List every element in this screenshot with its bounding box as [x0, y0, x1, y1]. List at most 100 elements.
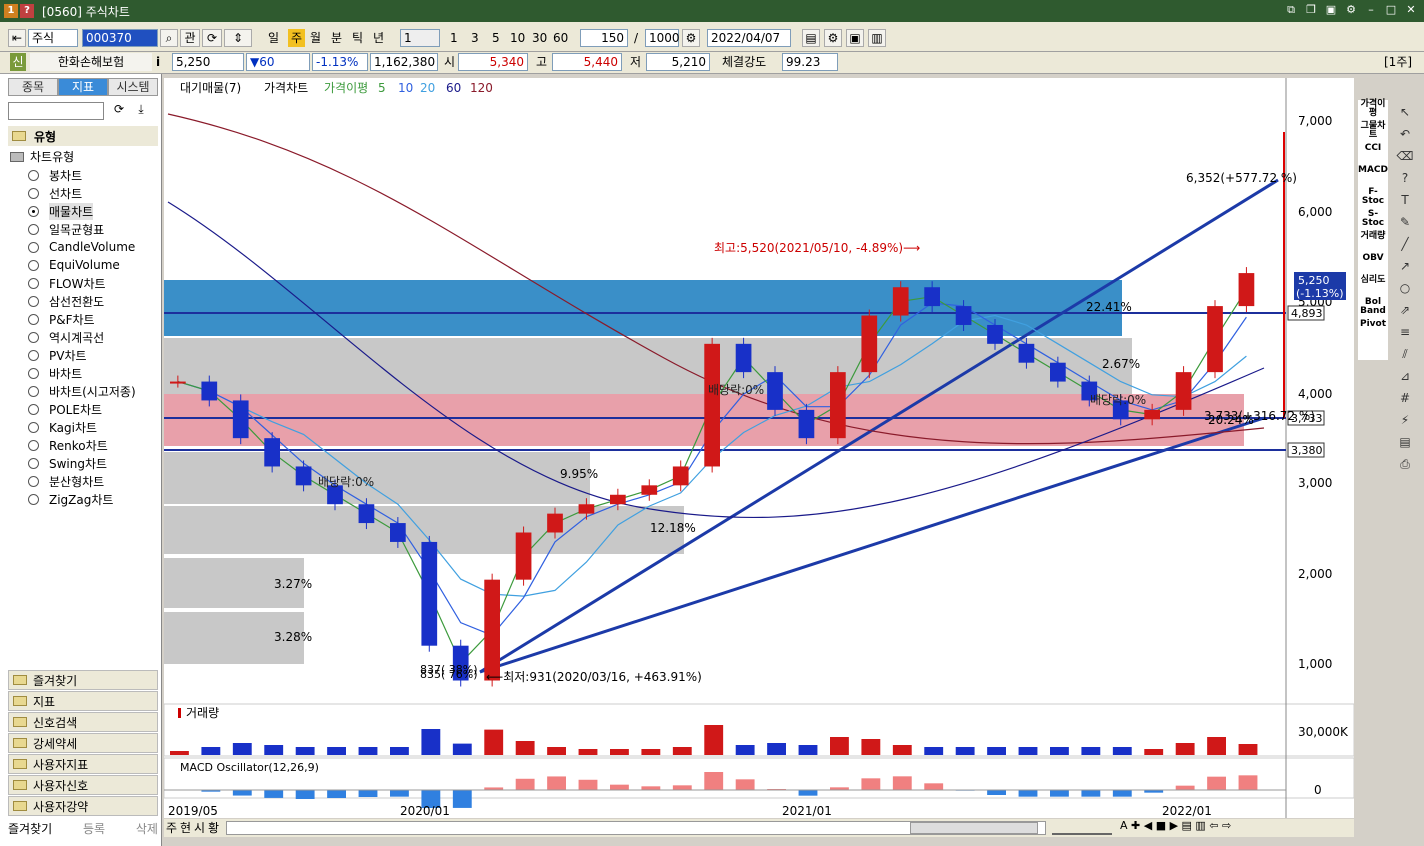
radio-icon[interactable]	[28, 241, 39, 253]
folder-item[interactable]: 즐겨찾기	[8, 670, 158, 690]
radio-icon[interactable]	[28, 421, 39, 433]
tool-icon-2[interactable]: ⚙	[824, 29, 842, 47]
refresh-icon[interactable]: ⟳	[110, 102, 128, 120]
period-week[interactable]: 주	[288, 29, 306, 47]
radio-icon[interactable]	[28, 295, 39, 307]
auto-icon[interactable]: ⚡	[1395, 410, 1415, 430]
scroll-thumb[interactable]	[910, 822, 1038, 834]
sidebar-search-input[interactable]	[8, 102, 104, 120]
chart-type-item[interactable]: P&F차트	[28, 310, 136, 328]
tool-icon-4[interactable]: ▥	[868, 29, 886, 47]
chart-type-item[interactable]: PV차트	[28, 346, 136, 364]
folder-item[interactable]: 지표	[8, 691, 158, 711]
maximize-icon[interactable]: □	[1384, 3, 1398, 17]
indicator-button[interactable]: CCI	[1358, 144, 1388, 162]
chart-type-item[interactable]: 역시계곡선	[28, 328, 136, 346]
channel-icon[interactable]: ⫽	[1395, 344, 1415, 364]
quick-5[interactable]: 5	[492, 29, 500, 47]
gear-icon[interactable]: ⚙	[1344, 3, 1358, 17]
period-month[interactable]: 월	[310, 29, 321, 47]
chart-type-item[interactable]: 선차트	[28, 184, 136, 202]
fibo-icon[interactable]: ≡	[1395, 322, 1415, 342]
quick-30[interactable]: 30	[532, 29, 547, 47]
indicator-button[interactable]: 거래량	[1358, 232, 1388, 250]
search-icon[interactable]: ⌕	[160, 29, 178, 47]
indicator-button[interactable]: S-Stoc	[1358, 210, 1388, 228]
chart-type-item[interactable]: EquiVolume	[28, 256, 136, 274]
chart-type-item[interactable]: Renko차트	[28, 436, 136, 454]
radio-icon[interactable]	[28, 439, 39, 451]
indicator-button[interactable]: F-Stoc	[1358, 188, 1388, 206]
tool-icon-1[interactable]: ▤	[802, 29, 820, 47]
indicator-button[interactable]: OBV	[1358, 254, 1388, 272]
chart-type-item[interactable]: 봉차트	[28, 166, 136, 184]
radio-icon[interactable]	[28, 169, 39, 181]
undo-icon[interactable]: ↶	[1395, 124, 1415, 144]
date-select[interactable]: 2022/04/07	[707, 29, 791, 47]
radio-icon[interactable]	[28, 367, 39, 379]
radio-icon[interactable]	[28, 349, 39, 361]
subsection[interactable]: 차트유형	[10, 148, 74, 165]
chart-type-item[interactable]: 일목균형표	[28, 220, 136, 238]
folder-item[interactable]: 신호검색	[8, 712, 158, 732]
radio-icon[interactable]	[28, 187, 39, 199]
chart-area[interactable]: 대기매물(7) 가격차트 가격이평 5 10 20 60 120 7,000 6…	[163, 78, 1355, 818]
delete-button[interactable]: 삭제	[136, 820, 158, 837]
period-tick[interactable]: 틱	[352, 29, 363, 47]
chart-type-item[interactable]: Kagi차트	[28, 418, 136, 436]
radio-icon[interactable]	[28, 385, 39, 397]
radio-icon[interactable]	[28, 457, 39, 469]
updown-icon[interactable]: ⇕	[224, 29, 252, 47]
bottom-tab-week[interactable]: 주	[166, 819, 177, 837]
stock-code-input[interactable]: 000370	[82, 29, 158, 47]
radio-icon[interactable]	[28, 403, 39, 415]
ray-icon[interactable]: ↗	[1395, 256, 1415, 276]
section-header[interactable]: 유형	[8, 126, 158, 146]
radio-icon[interactable]	[28, 223, 39, 235]
minimize-icon[interactable]: –	[1364, 3, 1378, 17]
radio-icon[interactable]	[28, 205, 39, 217]
folder-item[interactable]: 사용자지표	[8, 754, 158, 774]
prev-stock-button[interactable]: ⇤	[8, 29, 26, 47]
chart-type-item[interactable]: 바차트(시고저종)	[28, 382, 136, 400]
radio-icon[interactable]	[28, 475, 39, 487]
quick-3[interactable]: 3	[471, 29, 479, 47]
grid-icon[interactable]: #	[1395, 388, 1415, 408]
circle-icon[interactable]: ○	[1395, 278, 1415, 298]
count-input[interactable]: 150	[580, 29, 628, 47]
copy-icon[interactable]: ❐	[1304, 3, 1318, 17]
chart-type-item[interactable]: FLOW차트	[28, 274, 136, 292]
radio-icon[interactable]	[28, 493, 39, 505]
gann-icon[interactable]: ⊿	[1395, 366, 1415, 386]
nav-controls[interactable]: A ✚ ◀ ■ ▶ ▤ ▥ ⇦ ⇨	[1120, 819, 1231, 832]
zoom-slider[interactable]	[1052, 821, 1112, 835]
register-button[interactable]: 등록	[83, 820, 105, 837]
folder-item[interactable]: 강세약세	[8, 733, 158, 753]
line-icon[interactable]: ╱	[1395, 234, 1415, 254]
tab-system[interactable]: 시스템	[108, 78, 158, 96]
indicator-button[interactable]: MACD	[1358, 166, 1388, 184]
chart-type-item[interactable]: POLE차트	[28, 400, 136, 418]
interval-select[interactable]: 1	[400, 29, 440, 47]
radio-icon[interactable]	[28, 331, 39, 343]
info-icon[interactable]: i	[156, 53, 160, 71]
folder-item[interactable]: 사용자강약	[8, 796, 158, 816]
favorites-button[interactable]: 즐겨찾기	[8, 820, 52, 837]
chart-type-item[interactable]: 분산형차트	[28, 472, 136, 490]
close-icon[interactable]: ✕	[1404, 3, 1418, 17]
indicator-button[interactable]: Pivot	[1358, 320, 1388, 338]
market-select[interactable]: 주식	[28, 29, 78, 47]
tab-stock[interactable]: 종목	[8, 78, 58, 96]
text-icon[interactable]: T	[1395, 190, 1415, 210]
indicator-button[interactable]: 가격이평	[1358, 100, 1388, 118]
chart-type-item[interactable]: Swing차트	[28, 454, 136, 472]
tab-indicator[interactable]: 지표	[58, 78, 108, 96]
bottom-tab-market[interactable]: 시	[194, 819, 205, 837]
quick-10[interactable]: 10	[510, 29, 525, 47]
print-icon[interactable]: ⎙	[1395, 454, 1415, 474]
chart-type-item[interactable]: 삼선전환도	[28, 292, 136, 310]
indicator-button[interactable]: 심리도	[1358, 276, 1388, 294]
link-icon[interactable]: ⧉	[1284, 3, 1298, 17]
save-icon[interactable]: ▣	[1324, 3, 1338, 17]
tool-icon-3[interactable]: ▣	[846, 29, 864, 47]
